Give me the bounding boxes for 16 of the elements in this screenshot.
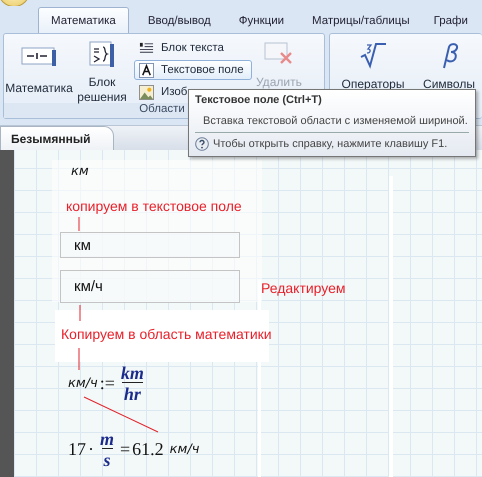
operator: =	[120, 439, 130, 460]
annotation-text: Копируем в область математики	[61, 326, 272, 342]
tooltip-help-text: Чтобы открыть справку, нажмите клавишу F1.	[213, 138, 448, 150]
number: 61.2	[132, 439, 164, 460]
annotation-text: Редактируем	[261, 280, 346, 296]
fraction: m s	[99, 430, 116, 469]
operator: ·	[88, 439, 94, 460]
tooltip-description: Вставка текстовой области с изменяемой шириной.	[203, 115, 468, 127]
annotation-text: копируем в текстовое поле	[66, 198, 242, 214]
unit: км/ч	[170, 442, 200, 457]
math-region: км	[71, 164, 89, 179]
operator: :=	[100, 373, 115, 394]
number: 17	[68, 439, 86, 460]
tooltip-title: Текстовое поле (Ctrl+T)	[195, 94, 323, 106]
variable-name: км/ч	[68, 376, 98, 391]
fraction: km hr	[120, 364, 145, 403]
